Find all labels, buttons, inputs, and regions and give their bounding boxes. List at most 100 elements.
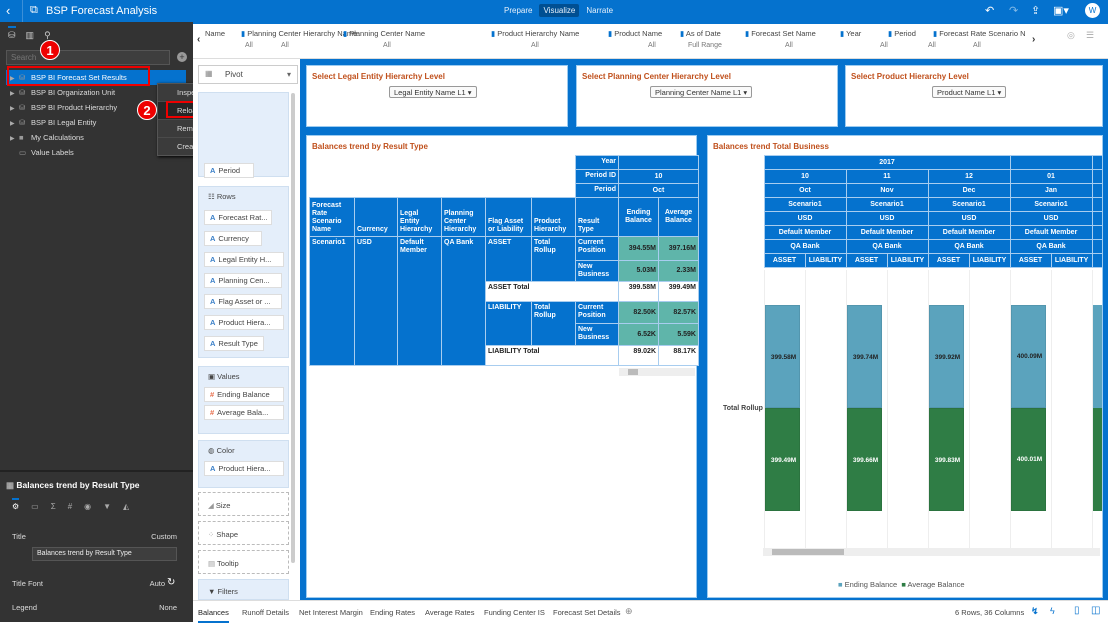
row-pill[interactable]: A Product Hiera... bbox=[204, 315, 284, 330]
bar-ending-balance-nov[interactable]: 399.74M bbox=[847, 305, 882, 409]
folder-icon: ■ bbox=[19, 133, 24, 142]
pill-label: Average Bala... bbox=[217, 408, 269, 417]
export-icon[interactable]: ⇪ bbox=[1031, 4, 1040, 17]
mode-prepare[interactable]: Prepare bbox=[500, 4, 536, 17]
row-member: USD bbox=[354, 236, 398, 366]
row-pill[interactable]: A Legal Entity H... bbox=[204, 252, 284, 267]
bar-ending-balance-oct[interactable]: 399.58M bbox=[765, 305, 800, 409]
product-level-select[interactable]: Product Name L1 ▾ bbox=[932, 86, 1007, 98]
row-pill[interactable]: A Forecast Rat... bbox=[204, 210, 272, 225]
title-font-value[interactable]: Auto bbox=[150, 579, 165, 588]
chart-hscrollbar[interactable] bbox=[763, 548, 1100, 556]
filter-chip[interactable]: Name All bbox=[205, 29, 253, 49]
row-pill[interactable]: A Currency bbox=[204, 231, 262, 246]
canvas-tab[interactable]: Average Rates bbox=[425, 608, 474, 617]
selector-title: Select Product Hierarchy Level bbox=[851, 72, 969, 81]
filter-name: Forecast Rate Scenario N bbox=[939, 29, 1026, 38]
shape-section[interactable]: ⁘ Shape bbox=[198, 521, 289, 545]
filter-chip[interactable]: ▮ Forecast Rate Scenario N All bbox=[933, 29, 1026, 49]
bar-average-balance-nov[interactable]: 399.66M bbox=[847, 408, 882, 511]
number-format-tab-icon[interactable]: # bbox=[68, 502, 72, 511]
planning-center-level-select[interactable]: Planning Center Name L1 ▾ bbox=[650, 86, 753, 98]
data-tab-icon[interactable]: ⛁ bbox=[8, 26, 16, 41]
pivot-hscrollbar[interactable] bbox=[619, 368, 695, 376]
tooltip-section[interactable]: ▤ Tooltip bbox=[198, 550, 289, 574]
mode-narrate[interactable]: Narrate bbox=[582, 4, 617, 17]
general-tab-icon[interactable]: ⚙ bbox=[12, 498, 20, 511]
canvas-tab[interactable]: Ending Rates bbox=[370, 608, 415, 617]
filter-chip[interactable]: ▮ Forecast Set Name All bbox=[745, 29, 816, 49]
actions-tab-icon[interactable]: ◭ bbox=[123, 502, 129, 511]
row-pill[interactable]: A Planning Cen... bbox=[204, 273, 282, 288]
filter-tab-icon[interactable]: ▼ bbox=[103, 502, 111, 511]
filter-value: All bbox=[785, 42, 793, 49]
canvas-tab[interactable]: Forecast Set Details bbox=[553, 608, 621, 617]
filter-chip[interactable]: ▮ Planning Center Name All bbox=[343, 29, 425, 49]
filter-chip[interactable]: ▮ As of Date Full Range bbox=[680, 29, 722, 49]
legal-entity-header: Default Member bbox=[927, 225, 1011, 240]
panel-toggle-icon[interactable]: ◫ bbox=[1091, 605, 1100, 616]
trend-header-row: QA Bank QA Bank QA Bank QA Bank bbox=[710, 239, 1102, 254]
size-section[interactable]: ◢ Size bbox=[198, 492, 289, 516]
bar-average-balance-oct[interactable]: 399.49M bbox=[765, 408, 800, 511]
undo-icon[interactable]: ↶ bbox=[985, 4, 994, 17]
filter-chip[interactable]: ▮ Planning Center Hierarchy Name All bbox=[241, 29, 357, 49]
grammar-scrollbar[interactable] bbox=[291, 93, 295, 563]
legend-value[interactable]: None bbox=[159, 603, 177, 612]
filter-chip[interactable]: ▮ Period All bbox=[888, 29, 936, 49]
scroll-right-icon[interactable]: › bbox=[1032, 34, 1035, 45]
filter-chip[interactable]: ▮ Product Hierarchy Name All bbox=[491, 29, 579, 49]
row-pill[interactable]: A Flag Asset or ... bbox=[204, 294, 282, 309]
bar-average-balance-dec[interactable]: 399.83M bbox=[929, 408, 964, 511]
add-canvas-icon[interactable]: ⊕ bbox=[625, 606, 633, 617]
canvas-tab[interactable]: Net Interest Margin bbox=[299, 608, 363, 617]
row-header: Planning Center Hierarchy bbox=[441, 197, 486, 237]
search-input[interactable] bbox=[6, 50, 170, 65]
canvas-tab[interactable]: Runoff Details bbox=[242, 608, 289, 617]
selector-title: Select Planning Center Hierarchy Level bbox=[582, 72, 731, 81]
period-name-header: Dec bbox=[927, 183, 1011, 198]
tree-item-label: BSP BI Product Hierarchy bbox=[31, 103, 118, 112]
redo-icon[interactable]: ↷ bbox=[1009, 4, 1018, 17]
legal-entity-header: Default Member bbox=[763, 225, 847, 240]
filter-chip[interactable]: ▮ Year All bbox=[840, 29, 888, 49]
legal-entity-level-select[interactable]: Legal Entity Name L1 ▾ bbox=[389, 86, 477, 98]
clear-filters-icon[interactable]: ☰ bbox=[1086, 30, 1094, 41]
divider bbox=[22, 0, 23, 22]
title-property-value[interactable]: Custom bbox=[151, 532, 177, 541]
refresh-icon[interactable]: ϟ bbox=[1050, 606, 1055, 616]
row-pill[interactable]: A Result Type bbox=[204, 336, 264, 351]
bar-ending-balance-jan[interactable]: 400.09M bbox=[1011, 304, 1046, 408]
title-input[interactable]: Balances trend by Result Type bbox=[32, 547, 177, 561]
viz-type-select[interactable]: ▦ Pivot ▾ bbox=[198, 65, 298, 84]
scroll-left-icon[interactable]: ‹ bbox=[197, 34, 200, 45]
sort-icon[interactable]: ↯ bbox=[1031, 606, 1039, 617]
canvas-tab[interactable]: Funding Center IS bbox=[484, 608, 545, 617]
rows-label: Rows bbox=[216, 192, 236, 201]
avatar[interactable]: W bbox=[1085, 3, 1100, 18]
values-tab-icon[interactable]: Σ bbox=[51, 502, 56, 511]
analytics-tab-icon[interactable]: ◉ bbox=[84, 502, 91, 511]
filters-section[interactable]: ▼ Filters bbox=[198, 579, 289, 600]
rows-icon: ☷ bbox=[208, 192, 217, 201]
bar-average-balance-jan[interactable]: 400.01M bbox=[1011, 407, 1046, 511]
filter-settings-icon[interactable]: ◎ bbox=[1067, 30, 1075, 41]
visualizations-tab-icon[interactable]: ▥ bbox=[26, 30, 35, 41]
color-pill[interactable]: A Product Hiera... bbox=[204, 461, 284, 476]
column-pill[interactable]: A Period bbox=[204, 163, 254, 178]
value-pill[interactable]: # Ending Balance bbox=[204, 387, 284, 402]
back-icon[interactable]: ‹ bbox=[6, 3, 10, 18]
save-icon[interactable]: ▣▾ bbox=[1053, 4, 1069, 17]
bar-ending-balance-dec[interactable]: 399.92M bbox=[929, 305, 964, 409]
layout-icon[interactable]: ▯ bbox=[1074, 605, 1080, 616]
canvas-tab[interactable]: Balances bbox=[198, 608, 229, 623]
filter-chip[interactable]: ▮ Product Name All bbox=[608, 29, 662, 49]
mode-visualize[interactable]: Visualize bbox=[539, 4, 580, 17]
reset-icon[interactable]: ↻ bbox=[167, 577, 175, 588]
axis-tab-icon[interactable]: ▭ bbox=[31, 502, 39, 511]
shape-label: Shape bbox=[216, 530, 239, 539]
filter-value: All bbox=[973, 42, 981, 49]
value-pill[interactable]: # Average Bala... bbox=[204, 405, 284, 420]
add-data-icon[interactable]: + bbox=[177, 52, 187, 62]
period-id-header: 10 bbox=[763, 169, 847, 184]
